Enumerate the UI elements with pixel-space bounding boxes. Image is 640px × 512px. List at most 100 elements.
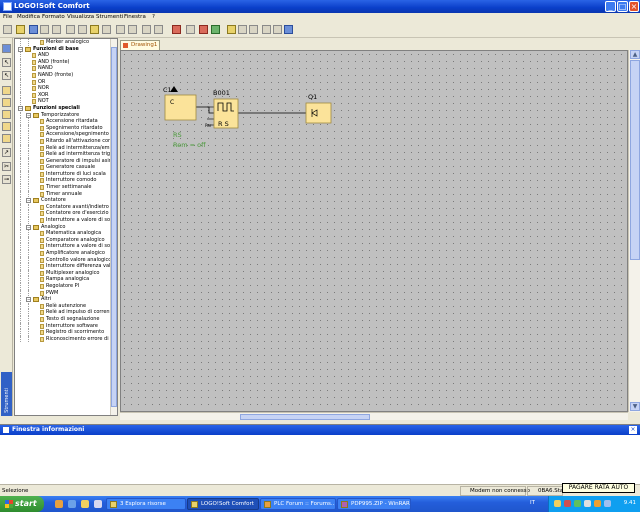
scroll-up-icon[interactable]: ▲ [630,50,640,59]
redo-icon[interactable] [128,25,137,34]
new-file-icon[interactable] [3,25,12,34]
tree-item[interactable]: OR [15,78,111,86]
tree-folder[interactable]: − Funzioni di base [15,46,111,53]
menu-modifica[interactable]: Modifica [17,14,40,20]
q1-block[interactable] [305,102,332,124]
connector-tool-icon[interactable]: ⊸ [2,175,11,184]
canvas-horizontal-scrollbar[interactable] [120,412,628,420]
drawing-canvas[interactable]: C C1 R S B001 Par Q1 RS Rem = off [120,50,628,412]
delete-icon[interactable] [102,25,111,34]
tray-icon-1[interactable] [554,500,561,507]
tree-item[interactable]: Multiplexer analogico [15,269,111,277]
tray-icon-5[interactable] [594,500,601,507]
tray-icon-3[interactable] [574,500,581,507]
canvas-vertical-scrollbar[interactable]: ▲ ▼ [628,50,640,412]
special-function-icon[interactable] [2,122,11,131]
tree-item[interactable]: PWM [15,289,111,297]
tree-item[interactable]: Spegnimento ritardato [15,124,111,132]
text-tool-icon[interactable] [2,134,11,143]
tab-drawing1[interactable]: Drawing1 [120,40,160,50]
tree-item[interactable]: Timer annuale [15,190,111,198]
cut-connector-icon[interactable] [142,25,151,34]
tree-item[interactable]: Interruttore comodo [15,177,111,185]
tree-item[interactable]: NAND (fronte) [15,71,111,79]
collapse-icon[interactable]: − [18,105,23,111]
tree-item[interactable]: NOT [15,98,111,105]
collapse-icon[interactable]: − [26,297,31,303]
context-help-icon[interactable] [284,25,293,34]
tree-item[interactable]: AND [15,52,111,59]
tree-item[interactable]: Merker analogico [15,39,111,46]
tree-folder[interactable]: − Funzioni speciali [15,105,111,112]
tree-item[interactable]: Timer settimanale [15,184,111,191]
tree-item[interactable]: Generatore di impulsi asinc [15,157,111,165]
select-tool-icon[interactable]: ↖ [2,71,11,80]
tree-item[interactable]: Matematica analogica [15,230,111,237]
side-tab-strumenti[interactable]: Strumenti [1,372,12,416]
quicklaunch-folder-icon[interactable] [81,500,89,508]
tree-item[interactable]: XOR [15,91,111,99]
collapse-icon[interactable]: − [26,224,31,230]
pencil-icon[interactable] [227,25,236,34]
task-winrar[interactable]: PDP995.ZIP - WinRAR [337,498,411,510]
input-block-icon[interactable] [2,86,11,95]
menu-finestra[interactable]: Finestra [124,14,146,20]
basic-function-icon[interactable] [2,110,11,119]
tree-item[interactable]: Generatore casuale [15,164,111,171]
tree-item[interactable]: NOR [15,85,111,92]
close-button[interactable]: × [629,1,639,12]
info-close-icon[interactable]: × [629,426,637,434]
zoom-in-icon[interactable] [238,25,247,34]
keyboard-language[interactable]: IT [530,500,535,506]
print-preview-icon[interactable] [40,25,49,34]
zoom-out-icon[interactable] [249,25,258,34]
tree-item[interactable]: AND (fronte) [15,58,111,66]
start-button[interactable]: start [0,496,44,512]
collapse-icon[interactable]: − [26,112,31,118]
tree-item[interactable]: Relè ad impulso di corrente [15,309,111,316]
collapse-icon[interactable]: − [18,46,23,52]
tree-folder[interactable]: − Analogico [15,223,111,231]
tree-item[interactable]: Interruttore differenza vali [15,263,111,270]
menu-file[interactable]: File [3,14,12,20]
tree-folder[interactable]: − Temporizzatore [15,111,111,119]
task-esplora-risorse[interactable]: 3 Esplora risorse [106,498,186,510]
scroll-down-icon[interactable]: ▼ [630,402,640,411]
tree-item[interactable]: Ritardo all'attivazione con m [15,137,111,145]
tree-item[interactable]: Controllo valore analogico [15,256,111,264]
tree-folder[interactable]: − Altri [15,296,111,303]
quicklaunch-desktop-icon[interactable] [94,500,102,508]
tree-item[interactable]: Amplificatore analogico [15,250,111,257]
select-arrow-icon[interactable]: ↖ [2,58,11,67]
cut-icon[interactable] [66,25,75,34]
tree-item[interactable]: Interruttore a valore di soç [15,243,111,250]
tree-item[interactable]: Rampa analogica [15,276,111,283]
tree-item[interactable]: Interruttore software [15,322,111,330]
menu-visualizza[interactable]: Visualizza [67,14,94,20]
tree-item[interactable]: Accensione ritardata [15,118,111,125]
paste-icon[interactable] [90,25,99,34]
wire-c1-to-b001[interactable] [196,106,214,114]
minimize-button[interactable]: _ [605,1,616,12]
canvas-hscroll-thumb[interactable] [240,414,370,420]
tree-item[interactable]: Accensione/spegnimento ri [15,131,111,138]
tray-icon-4[interactable] [584,500,591,507]
page-layout-icon[interactable] [154,25,163,34]
canvas-vscroll-thumb[interactable] [630,60,640,260]
tree-item[interactable]: Regolatore PI [15,282,111,290]
tree-item[interactable]: Interruttore di luci scala [15,170,111,178]
tree-item[interactable]: Testo di segnalazione [15,315,111,323]
task-logo-soft[interactable]: LOGO!Soft Comfort [187,498,259,510]
tree-item[interactable]: Riconoscimento errore di a [15,335,111,343]
tree-item[interactable]: Registro di scorrimento [15,329,111,336]
tray-icon-2[interactable] [564,500,571,507]
menu-strumenti[interactable]: Strumenti [96,14,123,20]
menu-formato[interactable]: Formato [42,14,65,20]
tree-folder[interactable]: − Contatore [15,197,111,204]
simulation-icon[interactable] [211,25,220,34]
logo-to-pc-icon[interactable] [186,25,195,34]
online-test-icon[interactable] [199,25,208,34]
align-icon[interactable] [273,25,282,34]
tree-item[interactable]: Comparatore analogico [15,236,111,244]
tray-volume-icon[interactable] [604,500,611,507]
